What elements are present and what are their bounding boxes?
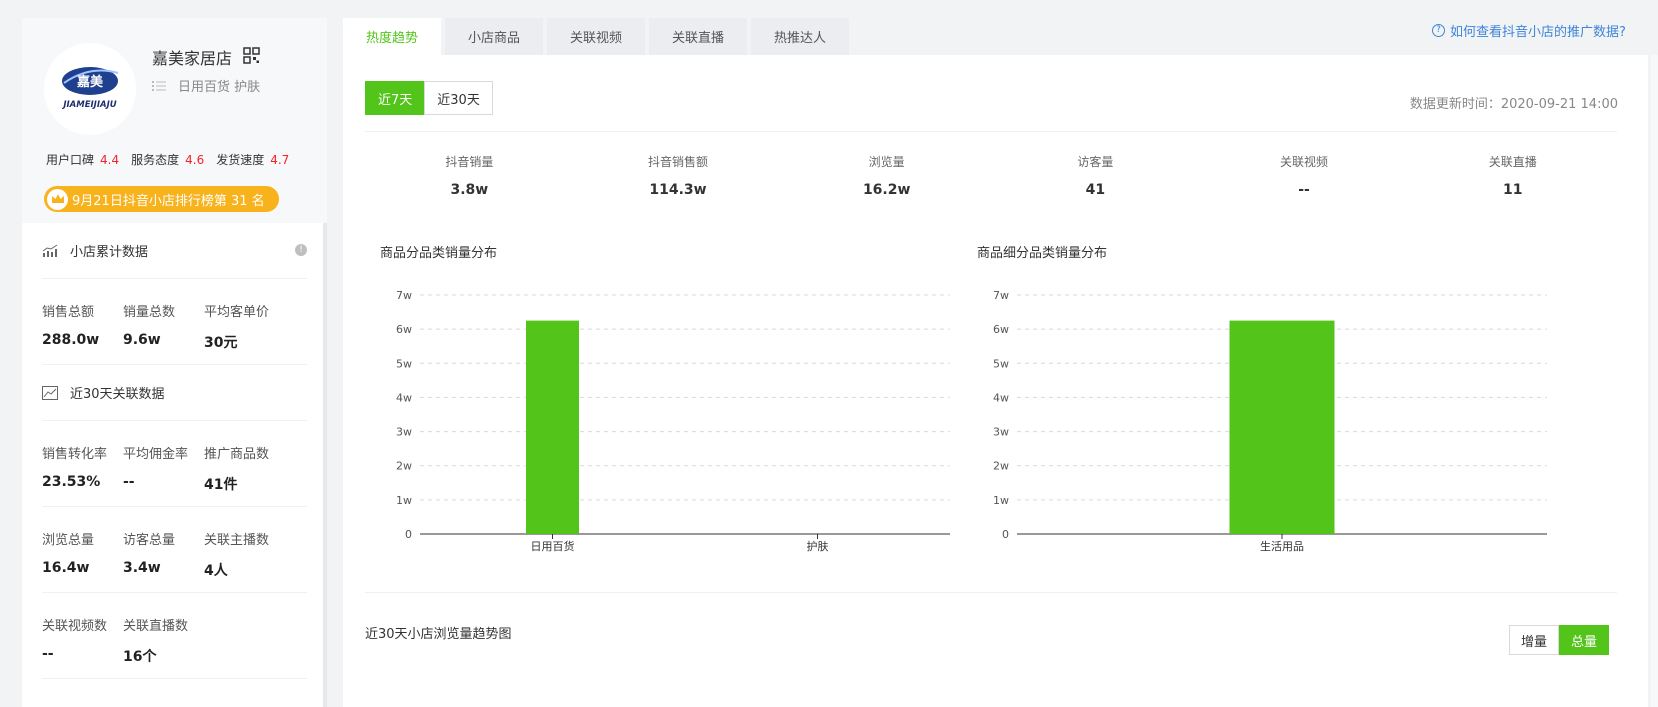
cumulative-title: 小店累计数据 [70,245,149,260]
recent30-stats-row: 浏览总量 16.4w 访客总量 3.4w 关联主播数 4人 [42,507,307,593]
page-scrollbar[interactable] [1651,55,1658,707]
y-tick-label: 4w [993,391,1009,404]
tab-heat-trend[interactable]: 热度趋势 [343,18,441,55]
y-tick-label: 7w [993,289,1009,302]
help-link-text: 如何查看抖音小店的推广数据? [1450,25,1626,40]
stat-item: 平均佣金率 -- [123,447,189,490]
metrics-row: 抖音销量 3.8w 抖音销售额 114.3w 浏览量 16.2w 访客量 41 关联视频… [365,153,1617,198]
cumulative-section-header: 小店累计数据 ! [42,223,307,279]
x-tick-label: 日用百货 [531,539,575,553]
y-tick-label: 2w [396,460,412,473]
recent30-stats-row: 销售转化率 23.53% 平均佣金率 -- 推广商品数 41件 [42,421,307,507]
main-tabs: 热度趋势 小店商品 关联视频 关联直播 热推达人 [343,18,853,55]
metric-related-videos: 关联视频 -- [1280,155,1329,198]
y-tick-label: 7w [396,289,412,302]
y-tick-label: 1w [396,494,412,507]
question-icon: ? [1432,24,1445,37]
list-icon [152,80,166,91]
rating-reputation: 用户口碑 4.4 [46,153,120,167]
y-tick-label: 4w [396,391,412,404]
update-time: 数据更新时间：2020-09-21 14:00 [1409,97,1618,112]
sidebar-scrollbar[interactable] [323,223,327,707]
qr-code-icon[interactable] [243,47,260,64]
range-7-days-button[interactable]: 近7天 [365,81,426,115]
divider [365,592,1617,593]
trend-chart-title: 近30天小店浏览量趋势图 [365,627,512,642]
stat-item: 销售总额 288.0w [42,305,100,348]
x-tick-label: 生活用品 [1260,539,1304,553]
rating-service: 服务态度 4.6 [131,153,205,167]
date-range-selector: 近7天 近30天 [365,81,493,115]
y-tick-label: 3w [993,426,1009,439]
shop-ratings: 用户口碑 4.4 服务态度 4.6 发货速度 4.7 [46,151,301,168]
bar[interactable] [1229,320,1335,534]
trend-chart-icon [42,385,58,400]
metric-douyin-revenue: 抖音销售额 114.3w [648,155,709,198]
recent30-stats-row: 关联视频数 -- 关联直播数 16个 [42,593,307,679]
y-tick-label: 0 [1002,528,1009,541]
tab-top-influencers[interactable]: 热推达人 [751,18,849,55]
help-link[interactable]: ? 如何查看抖音小店的推广数据? [1432,21,1626,40]
total-toggle-button[interactable]: 总量 [1559,625,1610,655]
shop-sidebar: 嘉美 JIAMEIJIAJU 嘉美家居店 日用百货 护肤 用户口碑 4.4 服务态… [22,18,327,707]
tab-related-live[interactable]: 关联直播 [649,18,747,55]
stat-item: 关联视频数 -- [42,619,108,662]
stat-item: 关联主播数 4人 [204,533,270,579]
metric-visitors: 访客量 41 [1077,155,1114,198]
rank-badge[interactable]: 9月21日抖音小店排行榜第 31 名 [44,186,279,212]
x-tick-label: 护肤 [807,539,829,553]
metric-related-live: 关联直播 11 [1488,155,1537,198]
trend-mode-toggle: 增量 总量 [1509,625,1610,655]
shop-card: 嘉美 JIAMEIJIAJU 嘉美家居店 日用百货 护肤 用户口碑 4.4 服务态… [22,18,327,236]
bar[interactable] [526,320,579,534]
recent30-section-header: 近30天关联数据 [42,365,307,421]
logo-text-top: 嘉美 [76,74,104,90]
y-tick-label: 2w [993,460,1009,473]
stat-item: 平均客单价 30元 [204,305,270,351]
stat-item: 推广商品数 41件 [204,447,270,493]
y-tick-label: 6w [993,323,1009,336]
tab-shop-products[interactable]: 小店商品 [445,18,543,55]
shop-name: 嘉美家居店 [152,49,233,68]
rating-delivery: 发货速度 4.7 [216,153,290,167]
tab-related-videos[interactable]: 关联视频 [547,18,645,55]
chart-title-subcategory: 商品细分品类销量分布 [977,246,1108,261]
cumulative-stats: 销售总额 288.0w 销量总数 9.6w 平均客单价 30元 [42,279,307,365]
incremental-toggle-button[interactable]: 增量 [1509,625,1560,655]
divider [365,131,1617,132]
crown-icon [47,188,68,210]
range-30-days-button[interactable]: 近30天 [424,81,493,115]
main-content: 近7天 近30天 数据更新时间：2020-09-21 14:00 抖音销量 3.8… [343,55,1648,707]
stat-item: 访客总量 3.4w [123,533,176,576]
bar-chart-icon [42,244,58,257]
stat-item: 销售转化率 23.53% [42,447,108,490]
stats-card: 小店累计数据 ! 销售总额 288.0w 销量总数 9.6w 平均客单价 30元 近3… [22,223,327,707]
recent30-title: 近30天关联数据 [70,387,165,402]
y-tick-label: 0 [405,528,412,541]
y-tick-label: 3w [396,426,412,439]
category-sales-chart: 0 1w 2w 3w 4w 5w 6w 7w 日用百货 护肤 [396,289,950,553]
shop-categories: 日用百货 护肤 [152,76,260,95]
subcategory-sales-chart: 0 1w 2w 3w 4w 5w 6w 7w 生活用品 [993,289,1547,553]
stat-item: 浏览总量 16.4w [42,533,95,576]
y-tick-label: 5w [396,357,412,370]
chart-title-category: 商品分品类销量分布 [380,246,498,261]
shop-logo: 嘉美 JIAMEIJIAJU [44,43,136,135]
y-tick-label: 6w [396,323,412,336]
metric-douyin-sales: 抖音销量 3.8w [445,155,494,198]
stat-item: 关联直播数 16个 [123,619,189,665]
y-tick-label: 5w [993,357,1009,370]
shop-tags-text: 日用百货 护肤 [178,80,261,95]
logo-text-bottom: JIAMEIJIAJU [61,100,116,110]
stat-item: 销量总数 9.6w [123,305,176,348]
rank-badge-text: 9月21日抖音小店排行榜第 31 名 [72,193,265,209]
metric-views: 浏览量 16.2w [862,155,911,198]
info-icon[interactable]: ! [295,244,307,256]
y-tick-label: 1w [993,494,1009,507]
